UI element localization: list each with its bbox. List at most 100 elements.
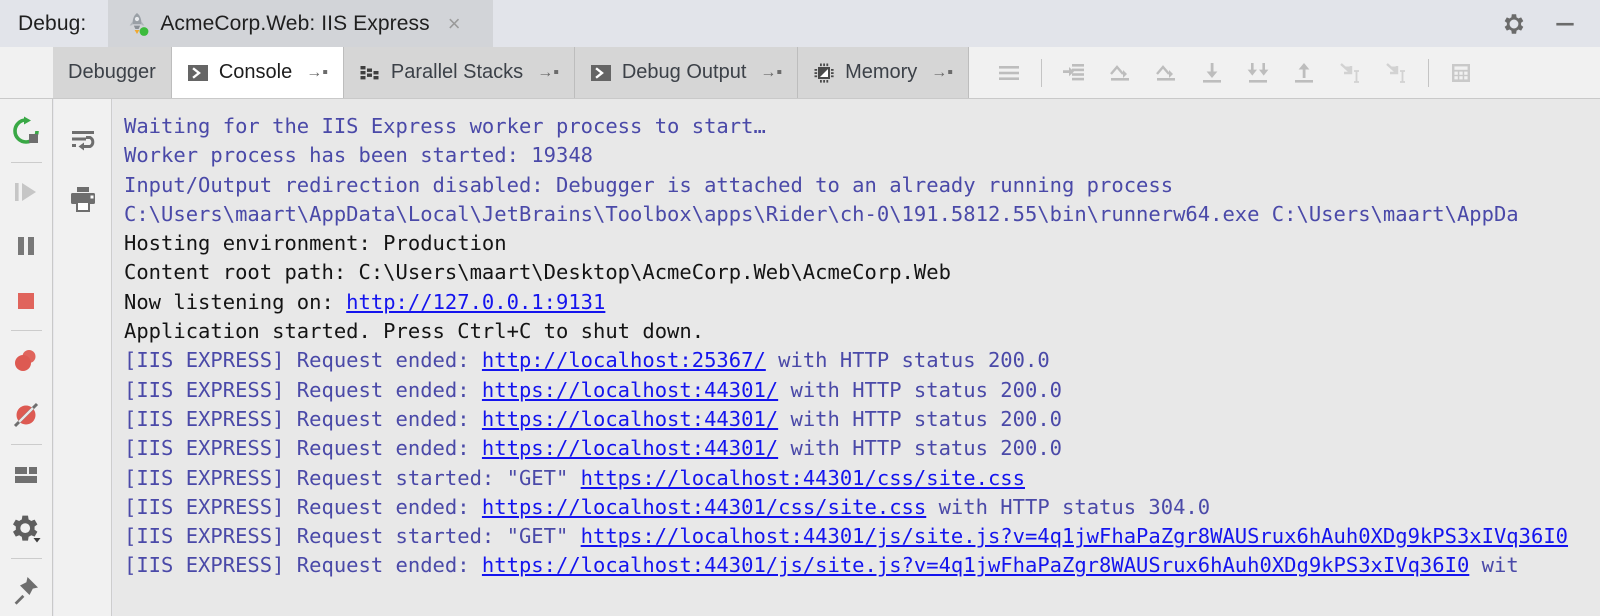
- rail-separator: [10, 444, 42, 446]
- console-icon: [590, 62, 612, 84]
- layout-settings-icon[interactable]: [0, 447, 53, 502]
- console-line: [IIS EXPRESS] Request ended: https://loc…: [113, 376, 1600, 405]
- console-line-list: Waiting for the IIS Express worker proce…: [113, 112, 1600, 581]
- console-text: [IIS EXPRESS] Request ended:: [124, 377, 482, 402]
- console-text: Content root path: C:\Users\maart\Deskto…: [124, 260, 951, 285]
- console-text: with HTTP status 200.0: [778, 377, 1063, 402]
- step-into-icon[interactable]: [1189, 51, 1235, 95]
- console-gutter: [54, 99, 112, 616]
- console-text: Input/Output redirection disabled: Debug…: [124, 172, 1174, 197]
- mute-breakpoints-icon[interactable]: [0, 388, 53, 443]
- console-text: [IIS EXPRESS] Request ended:: [124, 406, 482, 431]
- pin-icon[interactable]: →▪: [931, 64, 953, 81]
- console-text: Hosting environment: Production: [124, 231, 507, 256]
- console-text: [IIS EXPRESS] Request ended:: [124, 553, 482, 578]
- toolbar-button-group: [968, 47, 1600, 98]
- console-text: Worker process has been started: 19348: [124, 143, 593, 168]
- title-bar-actions: [1500, 0, 1600, 47]
- console-link[interactable]: https://localhost:44301/js/site.js?v=4q1…: [581, 524, 1568, 548]
- soft-wrap-icon[interactable]: [63, 121, 103, 161]
- console-output[interactable]: Waiting for the IIS Express worker proce…: [113, 99, 1600, 616]
- console-line: Worker process has been started: 19348: [113, 141, 1600, 170]
- smart-step-into-icon[interactable]: [1327, 51, 1373, 95]
- rocket-icon: [126, 11, 150, 37]
- pin-tab-icon[interactable]: [0, 561, 53, 616]
- tab-debug-output-label: Debug Output: [621, 61, 747, 83]
- console-line: [IIS EXPRESS] Request ended: https://loc…: [113, 434, 1600, 463]
- resume-program-icon[interactable]: [0, 165, 53, 220]
- evaluate-expression-icon[interactable]: [1438, 51, 1484, 95]
- console-line: Hosting environment: Production: [113, 229, 1600, 258]
- console-text: C:\Users\maart\AppData\Local\JetBrains\T…: [124, 201, 1519, 226]
- tab-debug-output[interactable]: Debug Output →▪: [574, 47, 799, 98]
- tab-memory-label: Memory: [845, 61, 918, 83]
- toolbar-left-pad: [0, 47, 53, 98]
- step-over-2-icon[interactable]: [1143, 51, 1189, 95]
- stop-icon[interactable]: [0, 274, 53, 329]
- tab-console-label: Console: [218, 61, 293, 83]
- tab-debugger[interactable]: Debugger: [53, 47, 172, 98]
- pin-icon[interactable]: →▪: [306, 64, 328, 81]
- console-line: Application started. Press Ctrl+C to shu…: [113, 317, 1600, 346]
- pin-icon[interactable]: →▪: [760, 64, 782, 81]
- console-link[interactable]: https://localhost:44301/js/site.js?v=4q1…: [482, 553, 1469, 577]
- console-line: Input/Output redirection disabled: Debug…: [113, 171, 1600, 200]
- console-line: Now listening on: http://127.0.0.1:9131: [113, 288, 1600, 317]
- pause-program-icon[interactable]: [0, 219, 53, 274]
- run-to-cursor-icon[interactable]: [1051, 51, 1097, 95]
- console-link[interactable]: https://localhost:44301/: [482, 378, 778, 402]
- tab-memory[interactable]: Memory →▪: [798, 47, 969, 98]
- debug-session-tab[interactable]: AcmeCorp.Web: IIS Express ×: [108, 0, 494, 47]
- smart-step-into-2-icon[interactable]: [1373, 51, 1419, 95]
- console-text: [IIS EXPRESS] Request started: "GET": [124, 465, 581, 490]
- settings-gear-dropdown-icon[interactable]: [0, 502, 53, 557]
- step-over-icon[interactable]: [1097, 51, 1143, 95]
- tab-debugger-label: Debugger: [68, 61, 156, 83]
- menu-lines-icon[interactable]: [986, 51, 1032, 95]
- console-line: [IIS EXPRESS] Request ended: https://loc…: [113, 405, 1600, 434]
- print-icon[interactable]: [63, 179, 103, 219]
- console-toolbar: Debugger Console →▪ Parallel Stacks →▪ D…: [0, 47, 1600, 99]
- console-line: [IIS EXPRESS] Request started: "GET" htt…: [113, 522, 1600, 551]
- console-link[interactable]: http://127.0.0.1:9131: [346, 290, 605, 314]
- tab-console[interactable]: Console →▪: [171, 47, 344, 98]
- console-icon: [187, 62, 209, 84]
- close-icon[interactable]: ×: [448, 12, 461, 35]
- rail-separator: [10, 161, 42, 163]
- pin-icon[interactable]: →▪: [537, 64, 559, 81]
- console-link[interactable]: http://localhost:25367/: [482, 348, 766, 372]
- console-text: wit: [1469, 553, 1519, 578]
- console-link[interactable]: https://localhost:44301/css/site.css: [581, 466, 1025, 490]
- rerun-icon[interactable]: [0, 105, 53, 160]
- console-text: Application started. Press Ctrl+C to shu…: [124, 319, 705, 344]
- tab-parallel-stacks[interactable]: Parallel Stacks →▪: [343, 47, 575, 98]
- tab-parallel-stacks-label: Parallel Stacks: [390, 61, 524, 83]
- title-bar: Debug: AcmeCorp.Web: IIS Express ×: [0, 0, 1600, 47]
- minimize-icon[interactable]: [1552, 11, 1578, 37]
- debug-label: Debug:: [0, 0, 109, 47]
- console-text: [IIS EXPRESS] Request ended:: [124, 436, 482, 461]
- console-text: with HTTP status 304.0: [926, 494, 1211, 519]
- step-out-icon[interactable]: [1281, 51, 1327, 95]
- console-link[interactable]: https://localhost:44301/css/site.css: [482, 495, 926, 519]
- console-text: [IIS EXPRESS] Request started: "GET": [124, 524, 581, 549]
- console-text: [IIS EXPRESS] Request ended:: [124, 494, 482, 519]
- console-text: Now listening on:: [124, 289, 347, 314]
- force-step-into-icon[interactable]: [1235, 51, 1281, 95]
- console-line: C:\Users\maart\AppData\Local\JetBrains\T…: [113, 200, 1600, 229]
- console-line: Waiting for the IIS Express worker proce…: [113, 112, 1600, 141]
- console-text: Waiting for the IIS Express worker proce…: [124, 114, 766, 138]
- console-text: with HTTP status 200.0: [778, 406, 1063, 431]
- console-link[interactable]: https://localhost:44301/: [482, 407, 778, 431]
- debug-session-title: AcmeCorp.Web: IIS Express: [160, 11, 430, 35]
- settings-gear-icon[interactable]: [1500, 11, 1526, 37]
- console-text: with HTTP status 200.0: [765, 348, 1050, 373]
- debug-action-rail: [0, 99, 53, 616]
- console-text: with HTTP status 200.0: [778, 436, 1063, 461]
- memory-chip-icon: [813, 62, 835, 84]
- view-breakpoints-icon[interactable]: [0, 333, 53, 388]
- console-line: [IIS EXPRESS] Request ended: http://loca…: [113, 346, 1600, 375]
- console-line: Content root path: C:\Users\maart\Deskto…: [113, 258, 1600, 287]
- stacks-icon: [359, 62, 381, 84]
- console-link[interactable]: https://localhost:44301/: [482, 436, 778, 460]
